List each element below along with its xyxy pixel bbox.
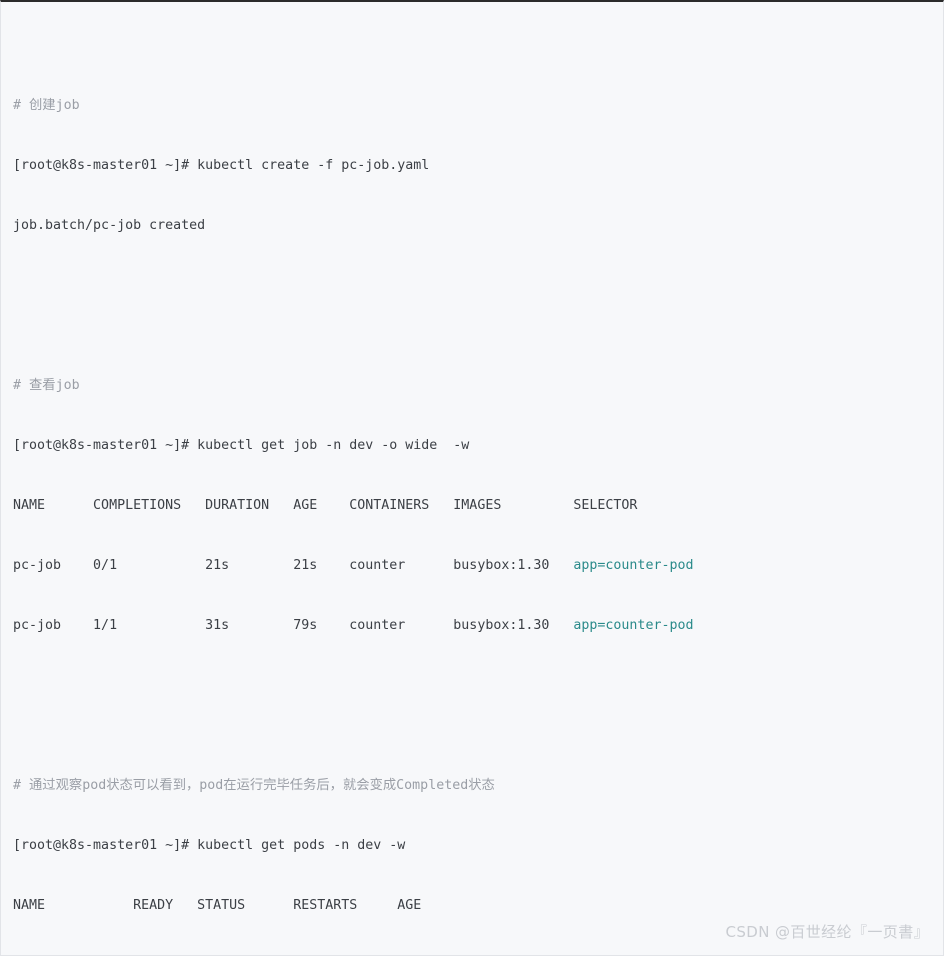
job-row-selector: app=counter-pod: [573, 558, 694, 573]
job-row-cells: pc-job 1/1 31s 79s counter busybox:1.30: [13, 618, 574, 633]
output-create-job: job.batch/pc-job created: [13, 218, 206, 233]
table-row: pc-job 0/1 21s 21s counter busybox:1.30 …: [13, 556, 943, 576]
comment-create-job: # 创建job: [13, 98, 80, 113]
job-row-cells: pc-job 0/1 21s 21s counter busybox:1.30: [13, 558, 574, 573]
job-header-cols: NAME COMPLETIONS DURATION AGE CONTAINERS…: [13, 498, 574, 513]
comment-watch-pods-1: # 通过观察pod状态可以看到，pod在运行完毕任务后，就会变成Complete…: [13, 778, 495, 793]
command-create-job: [root@k8s-master01 ~]# kubectl create -f…: [13, 158, 430, 173]
job-header-selector: SELECTOR: [573, 498, 638, 513]
job-row-selector: app=counter-pod: [573, 618, 694, 633]
terminal-output[interactable]: # 创建job [root@k8s-master01 ~]# kubectl c…: [1, 2, 943, 955]
table-header-pods-1: NAME READY STATUS RESTARTS AGE: [13, 898, 422, 913]
table-header-job: NAME COMPLETIONS DURATION AGE CONTAINERS…: [13, 496, 943, 516]
comment-view-job: # 查看job: [13, 378, 80, 393]
command-watch-pods-1: [root@k8s-master01 ~]# kubectl get pods …: [13, 838, 406, 853]
command-view-job: [root@k8s-master01 ~]# kubectl get job -…: [13, 438, 470, 453]
table-row: pc-job 1/1 31s 79s counter busybox:1.30 …: [13, 616, 943, 636]
terminal-window: # 创建job [root@k8s-master01 ~]# kubectl c…: [0, 0, 944, 956]
